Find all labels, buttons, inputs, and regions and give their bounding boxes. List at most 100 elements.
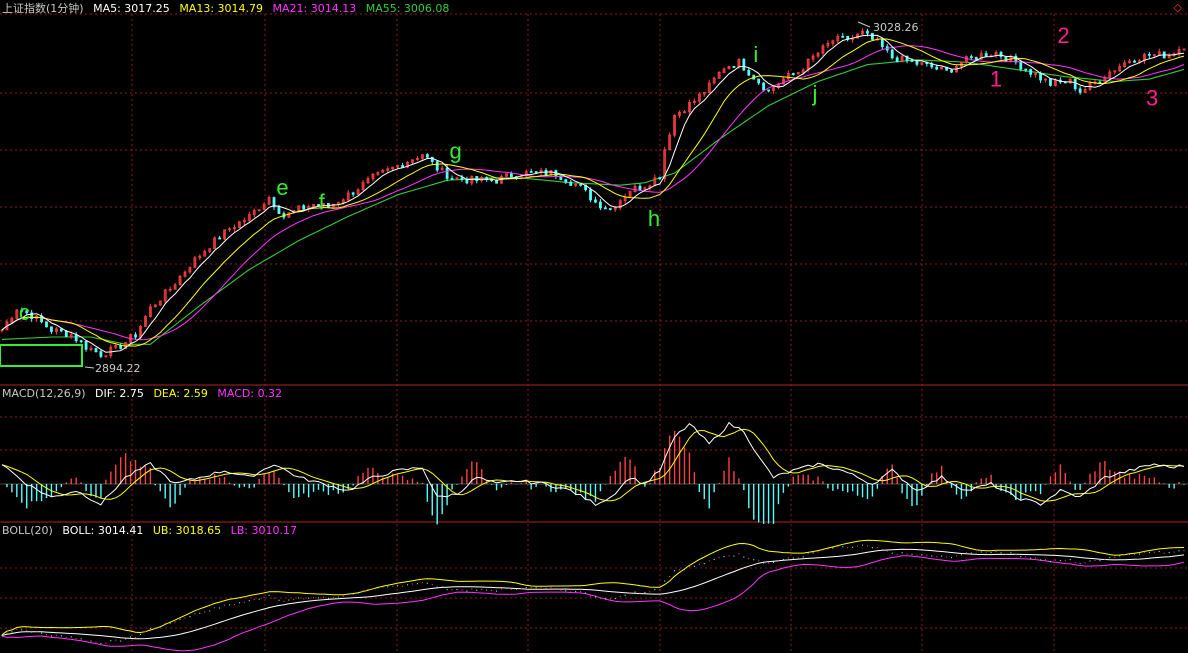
macd-title: MACD(12,26,9) — [2, 387, 86, 400]
candle-body — [50, 326, 53, 332]
price-panel: c e f g h i j 1 2 3 3028.26 2894.22 — [0, 21, 1186, 375]
candle-body — [59, 328, 63, 332]
macd-header: MACD(12,26,9) DIF: 2.75 DEA: 2.59 MACD: … — [2, 387, 288, 401]
dea-value: DEA: 2.59 — [153, 387, 208, 400]
candle-body — [658, 177, 662, 180]
ma21-line — [1, 45, 1185, 341]
candle-body — [99, 351, 103, 357]
macd-panel — [0, 421, 1188, 525]
candle-body — [890, 49, 894, 59]
chart-canvas[interactable]: c e f g h i j 1 2 3 3028.26 2894.22 — [0, 0, 1188, 653]
candle-body — [589, 189, 592, 201]
candle-body — [460, 177, 464, 180]
macd-value: MACD: 0.32 — [217, 387, 283, 400]
point-label-1: 1 — [990, 66, 1002, 91]
ma13-line — [1, 38, 1185, 347]
candle-body — [871, 32, 874, 40]
candle-body — [1019, 61, 1023, 70]
dif-line — [1, 421, 1185, 507]
candle-body — [791, 73, 795, 75]
point-label-3: 3 — [1146, 86, 1158, 111]
candle-body — [866, 30, 869, 34]
candle-body — [569, 181, 573, 186]
candle-body — [767, 89, 770, 92]
candle-body — [974, 56, 978, 60]
point-label-2: 2 — [1057, 23, 1069, 48]
candle-body — [1029, 69, 1033, 75]
candle-body — [910, 60, 914, 62]
candle-body — [534, 171, 538, 173]
high-price-label: 3028.26 — [873, 21, 919, 34]
point-labels: c e f g h i j 1 2 3 — [19, 23, 1158, 325]
boll-mid-line — [1, 548, 1185, 640]
candle-body — [895, 57, 899, 63]
consolidation-box — [0, 344, 83, 367]
candle-body — [529, 171, 533, 173]
point-label-g: g — [449, 139, 461, 164]
candle-body — [762, 82, 766, 91]
ma5-line — [1, 34, 1185, 353]
candle-body — [841, 35, 845, 38]
boll-candles — [1, 544, 1185, 645]
candle-body — [950, 69, 953, 73]
candle-body — [435, 161, 439, 171]
candle-body — [495, 180, 498, 184]
candle-body — [302, 205, 306, 210]
candle-body — [490, 179, 494, 182]
candle-body — [84, 340, 88, 350]
price-header: 上证指数(1分钟) MA5: 3017.25 MA13: 3014.79 MA2… — [2, 2, 455, 16]
candle-body — [445, 167, 449, 179]
point-label-i: i — [753, 42, 758, 67]
macd-histogram — [6, 430, 1185, 525]
diamond-icon[interactable]: ◇ — [1174, 2, 1182, 14]
candle-body — [119, 345, 123, 349]
candle-body — [599, 201, 602, 209]
dif-value: DIF: 2.75 — [95, 387, 144, 400]
candle-body — [984, 53, 988, 58]
ma55-line — [1, 59, 1185, 345]
candle-body — [1049, 78, 1052, 86]
ma21-value: MA21: 3014.13 — [272, 2, 357, 15]
ma55-value: MA55: 3006.08 — [365, 2, 450, 15]
point-label-f: f — [319, 189, 326, 214]
candle-body — [747, 69, 751, 76]
candle-body — [79, 340, 83, 343]
candle-body — [450, 178, 454, 180]
candle-body — [594, 199, 597, 203]
candle-body — [915, 60, 919, 65]
candle-body — [603, 207, 607, 210]
candle-body — [608, 208, 612, 210]
low-marker — [84, 366, 95, 369]
candle-body — [475, 176, 479, 182]
candle-body — [1147, 53, 1151, 56]
candle-body — [94, 348, 98, 352]
point-label-c: c — [19, 300, 30, 325]
candle-body — [880, 38, 884, 48]
candle-body — [999, 51, 1003, 57]
high-marker — [857, 21, 871, 28]
candle-body — [1133, 60, 1136, 63]
grid — [0, 13, 1188, 653]
boll-title: BOLL(20) — [2, 524, 53, 537]
candle-body — [277, 206, 281, 214]
candle-body — [1078, 88, 1082, 93]
candle-body — [1039, 73, 1042, 81]
candle-body — [544, 169, 548, 176]
boll-lines — [1, 539, 1185, 652]
ma13-value: MA13: 3014.79 — [179, 2, 264, 15]
candle-body — [732, 66, 736, 68]
candle-body — [579, 183, 583, 186]
ma55-line — [1, 59, 1185, 345]
candle-body — [564, 179, 568, 183]
candle-body — [134, 334, 137, 338]
candle-body — [969, 56, 973, 59]
ub-value: UB: 3018.65 — [152, 524, 222, 537]
ma5-value: MA5: 3017.25 — [93, 2, 170, 15]
candle-body — [1024, 68, 1028, 71]
candles — [0, 28, 1186, 359]
ma-lines — [1, 34, 1185, 353]
boll-value: BOLL: 3014.41 — [62, 524, 144, 537]
candle-body — [45, 321, 48, 328]
candle-body — [935, 66, 939, 70]
boll-lower-line — [1, 555, 1185, 652]
